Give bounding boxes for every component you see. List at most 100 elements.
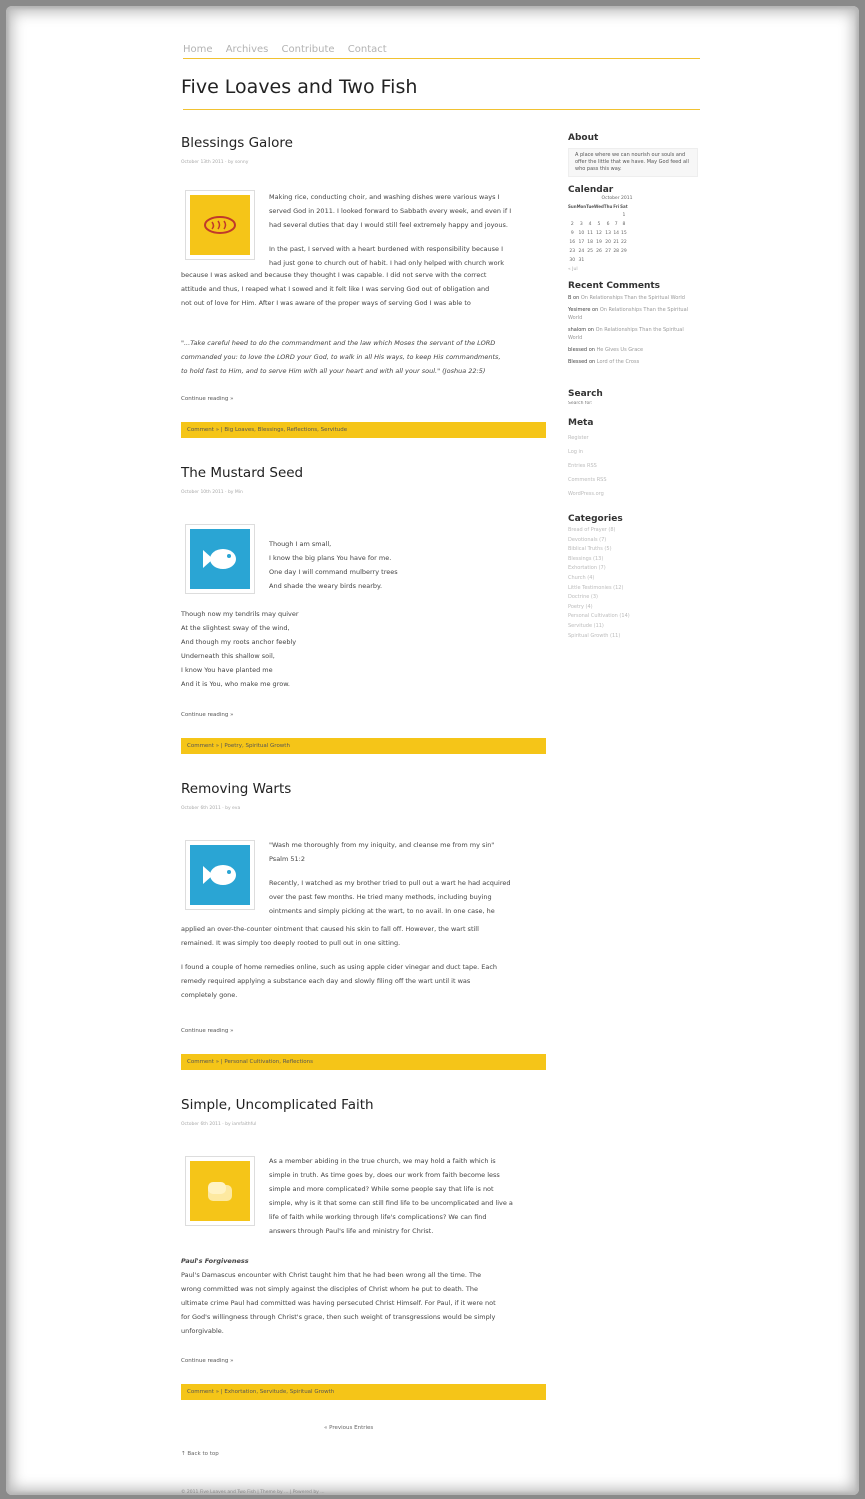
category-link[interactable]: Little Testimonies (12): [568, 584, 698, 594]
back-to-top-link[interactable]: ↑ Back to top: [181, 1451, 219, 1457]
nav-home[interactable]: Home: [183, 44, 213, 55]
post-footer-bar[interactable]: Comment » | Poetry, Spiritual Growth: [181, 738, 546, 754]
calendar-day: 1: [622, 213, 626, 218]
text-line: remained. It was simply too deeply roote…: [181, 939, 401, 947]
post-title[interactable]: Simple, Uncomplicated Faith: [181, 1098, 546, 1112]
text-line: commanded you: to love the LORD your God…: [181, 353, 501, 361]
nav-contribute[interactable]: Contribute: [282, 44, 335, 55]
category-link[interactable]: Church (4): [568, 574, 698, 584]
calendar-day[interactable]: 10: [577, 229, 587, 238]
nav-contact[interactable]: Contact: [348, 44, 387, 55]
post-body: applied an over-the-counter ointment tha…: [181, 922, 546, 1002]
calendar-day: 28: [613, 249, 620, 254]
continue-reading-link[interactable]: Continue reading »: [181, 708, 233, 722]
calendar-day: 3: [579, 222, 583, 227]
post-meta: October 13th 2011 · by sonny: [181, 160, 249, 165]
calendar-day: 24: [578, 249, 585, 254]
text-line: I know You have planted me: [181, 666, 273, 674]
text-line: Though now my tendrils may quiver: [181, 610, 299, 618]
meta-login-link[interactable]: Log in: [568, 445, 698, 459]
post-title[interactable]: Blessings Galore: [181, 136, 546, 150]
post: Removing Warts October 6th 2011 · by eva…: [181, 782, 546, 1082]
calendar-day: 21: [613, 240, 620, 245]
search-input[interactable]: [568, 400, 658, 407]
categories-heading: Categories: [568, 514, 623, 524]
bread-icon: [204, 216, 236, 234]
category-link[interactable]: Servitude (11): [568, 622, 698, 632]
category-link[interactable]: Personal Cultivation (14): [568, 612, 698, 622]
post-title[interactable]: The Mustard Seed: [181, 466, 546, 480]
post-body: because I was asked and because they tho…: [181, 268, 546, 310]
comment-author: B on: [568, 295, 580, 301]
category-link[interactable]: Spiritual Growth (11): [568, 632, 698, 642]
calendar-day: [604, 211, 612, 220]
comment-author: Blessed on: [568, 359, 596, 365]
text-line: And it is You, who make me grow.: [181, 680, 290, 688]
continue-reading-link[interactable]: Continue reading »: [181, 1354, 233, 1368]
calendar-day: 16: [569, 240, 576, 245]
calendar-day-header: Sun: [568, 204, 577, 209]
category-link[interactable]: Biblical Truths (5): [568, 545, 698, 555]
comment-post-link[interactable]: He Gives Us Grace: [597, 347, 644, 353]
post-footer-bar[interactable]: Comment » | Big Loaves, Blessings, Refle…: [181, 422, 546, 438]
text-line: to hold fast to Him, and to serve Him wi…: [181, 367, 486, 375]
post-meta: October 6th 2011 · by iamfaithful: [181, 1122, 257, 1127]
calendar-day: 7: [614, 222, 618, 227]
nav-archives[interactable]: Archives: [226, 44, 269, 55]
text-line: "Wash me thoroughly from my iniquity, an…: [269, 841, 495, 849]
recent-comment: Yesimere on On Relationships Than the Sp…: [568, 306, 698, 322]
categories-list: Bread of Prayer (8) Devotionals (7) Bibl…: [568, 526, 698, 641]
text-line: At the slightest sway of the wind,: [181, 624, 290, 632]
meta-wordpress-link[interactable]: WordPress.org: [568, 487, 698, 501]
category-link[interactable]: Devotionals (7): [568, 536, 698, 546]
calendar-day: 31: [578, 258, 585, 263]
category-link[interactable]: Poetry (4): [568, 603, 698, 613]
category-link[interactable]: Exhortation (7): [568, 564, 698, 574]
text-line: served God in 2011. I looked forward to …: [269, 207, 512, 215]
site-title[interactable]: Five Loaves and Two Fish: [181, 76, 417, 98]
calendar-day: 18: [587, 240, 593, 245]
continue-reading-link[interactable]: Continue reading »: [181, 392, 233, 406]
post-thumbnail[interactable]: [185, 524, 255, 594]
text-line: As a member abiding in the true church, …: [269, 1157, 496, 1165]
continue-reading-link[interactable]: Continue reading »: [181, 1024, 233, 1038]
text-line: unforgivable.: [181, 1327, 224, 1335]
calendar-day: 14: [613, 231, 620, 236]
post-thumbnail[interactable]: [185, 840, 255, 910]
text-line: simple and more complicated? While some …: [269, 1185, 494, 1193]
calendar-prev-link[interactable]: « Jul: [568, 265, 698, 274]
text-line: ultimate crime Paul had committed was ha…: [181, 1299, 496, 1307]
text-line: remedy required applying a substance eac…: [181, 977, 471, 985]
post-excerpt: Making rice, conducting choir, and washi…: [269, 190, 546, 270]
text-line: Though I am small,: [269, 540, 332, 548]
category-link[interactable]: Doctrine (3): [568, 593, 698, 603]
text-line: for God's willingness through Christ's g…: [181, 1313, 496, 1321]
post-footer-bar[interactable]: Comment » | Personal Cultivation, Reflec…: [181, 1054, 546, 1070]
scripture-quote: "...Take careful heed to do the commandm…: [181, 336, 546, 378]
comment-post-link[interactable]: Lord of the Cross: [597, 359, 639, 365]
calendar-day[interactable]: 17: [577, 238, 587, 247]
post-title[interactable]: Removing Warts: [181, 782, 546, 796]
meta-comments-rss-link[interactable]: Comments RSS: [568, 473, 698, 487]
category-link[interactable]: Blessings (13): [568, 555, 698, 565]
text-line: applied an over-the-counter ointment tha…: [181, 925, 479, 933]
post-excerpt: As a member abiding in the true church, …: [269, 1154, 546, 1238]
post-thumbnail[interactable]: [185, 1156, 255, 1226]
meta-entries-rss-link[interactable]: Entries RSS: [568, 459, 698, 473]
calendar-day[interactable]: 8: [620, 220, 628, 229]
comment-post-link[interactable]: On Relationships Than the Spiritual Worl…: [581, 295, 685, 301]
meta-register-link[interactable]: Register: [568, 431, 698, 445]
fish-icon: [203, 549, 236, 569]
about-heading: About: [568, 133, 599, 143]
post: Simple, Uncomplicated Faith October 6th …: [181, 1098, 546, 1418]
recent-comments-heading: Recent Comments: [568, 281, 661, 291]
calendar-day-header: Thu: [603, 204, 613, 209]
post-thumbnail[interactable]: [185, 190, 255, 260]
calendar-day: 29: [621, 249, 627, 254]
previous-entries-link[interactable]: « Previous Entries: [324, 1425, 373, 1431]
category-link[interactable]: Bread of Prayer (8): [568, 526, 698, 536]
text-line: had several duties that day I would stil…: [269, 221, 508, 229]
post-meta: October 10th 2011 · by Min: [181, 490, 243, 495]
post-footer-bar[interactable]: Comment » | Exhortation, Servitude, Spir…: [181, 1384, 546, 1400]
calendar-day: 5: [597, 222, 601, 227]
